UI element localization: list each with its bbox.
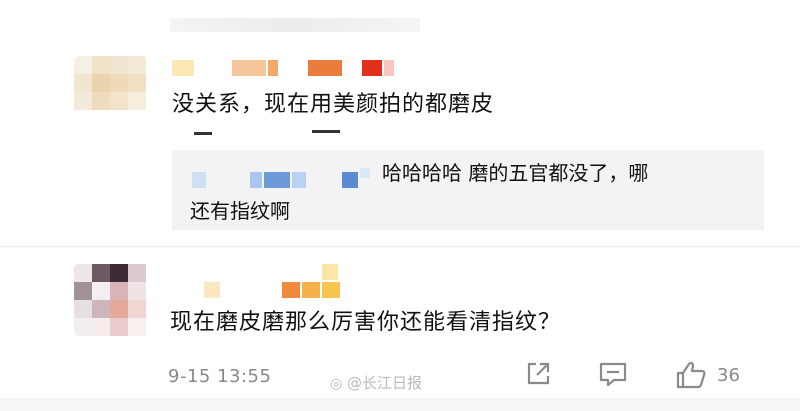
reply-text-continued: 还有指纹啊 [190, 199, 290, 223]
watermark-text: @长江日报 [347, 374, 423, 392]
share-button[interactable] [524, 360, 552, 388]
watermark: ◎ @长江日报 [330, 372, 422, 393]
share-icon [527, 362, 550, 385]
comment-button[interactable] [598, 360, 628, 388]
reply-username-blurred[interactable] [192, 168, 372, 188]
bottom-divider [0, 398, 800, 411]
like-count: 36 [717, 364, 740, 386]
comment-icon [599, 362, 627, 387]
username-blurred[interactable] [204, 264, 344, 302]
like-button[interactable]: 36 [675, 360, 740, 390]
separator-mark [194, 132, 212, 135]
divider [0, 246, 800, 247]
weibo-logo-icon: ◎ [330, 376, 343, 392]
avatar[interactable] [74, 56, 148, 120]
username-blurred[interactable] [172, 60, 402, 76]
separator-mark [312, 130, 340, 133]
comment-text: 现在磨皮磨那么厉害你还能看清指纹？ [170, 310, 562, 335]
reply-text: 哈哈哈哈 磨的五官都没了，哪 [382, 161, 649, 185]
thumbs-up-icon [676, 361, 706, 389]
comment-text: 没关系，现在用美颜拍的都磨皮 [172, 92, 495, 117]
timestamp: 9-15 13:55 [168, 366, 272, 387]
previous-item-edge [170, 18, 420, 32]
avatar[interactable] [74, 264, 148, 336]
